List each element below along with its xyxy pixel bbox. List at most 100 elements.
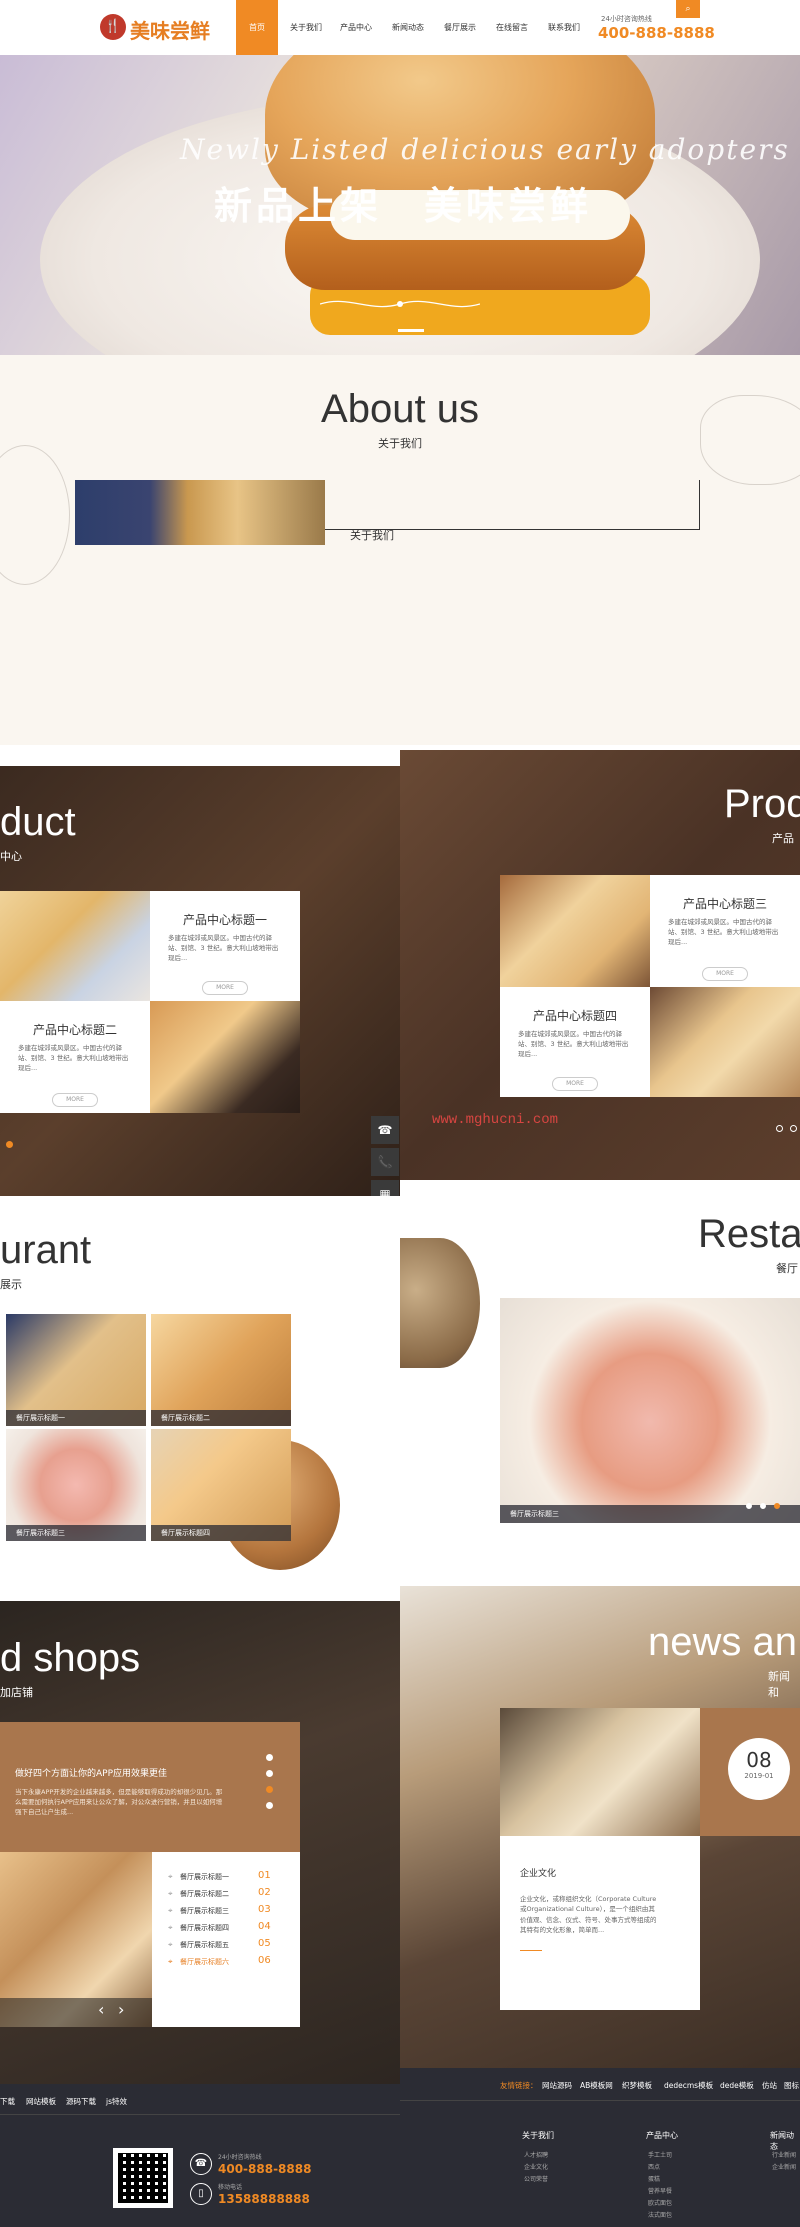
banner-pagination-dot[interactable]: [398, 329, 424, 332]
prev-arrow-icon[interactable]: ‹: [98, 2000, 104, 2019]
call-icon[interactable]: 📞: [371, 1148, 399, 1176]
carousel-dot[interactable]: [760, 1503, 766, 1509]
bread-loaf-image: [400, 1238, 480, 1368]
nav-home[interactable]: 首页: [236, 0, 278, 55]
restaurant-tile-2[interactable]: 餐厅展示标题二: [151, 1314, 291, 1426]
product-image-3[interactable]: [500, 875, 650, 987]
product-image-4[interactable]: [650, 987, 800, 1097]
product-card-1[interactable]: 产品中心标题一 多建在城郊或风景区。中国古代的驿站、别馆、3 世纪。意大利山坡地…: [150, 891, 300, 1001]
shop-num: 05: [258, 1938, 271, 1949]
news-image[interactable]: [500, 1708, 700, 1836]
carousel-dot[interactable]: [266, 1802, 273, 1809]
phone-icon[interactable]: ☎: [371, 1116, 399, 1144]
next-arrow-icon[interactable]: ›: [118, 2000, 124, 2019]
product-card-2[interactable]: 产品中心标题二 多建在城郊或风景区。中国古代的驿站、别馆、3 世纪。意大利山坡地…: [0, 1001, 150, 1113]
news-card-desc: 企业文化，或称组织文化（Corporate Culture或Organizati…: [520, 1895, 657, 1935]
more-button[interactable]: MORE: [702, 967, 748, 981]
hero-banner[interactable]: Newly Listed delicious early adopters 新品…: [0, 55, 800, 355]
more-button[interactable]: MORE: [552, 1077, 598, 1091]
shops-promo-panel: [0, 1722, 300, 1852]
carousel-dot[interactable]: [266, 1786, 273, 1793]
footer-col-title[interactable]: 产品中心: [646, 2130, 678, 2141]
footer-col-title[interactable]: 关于我们: [522, 2130, 554, 2141]
footer-link[interactable]: js特效: [106, 2096, 127, 2107]
shop-item-active[interactable]: 餐厅展示标题六: [180, 1957, 229, 1967]
nav-products[interactable]: 产品中心: [334, 0, 378, 55]
footer-link[interactable]: 网站源码: [542, 2080, 572, 2091]
shop-item[interactable]: 餐厅展示标题三: [180, 1906, 229, 1916]
footer-link[interactable]: AB模板网: [580, 2080, 613, 2091]
footer-col-item[interactable]: 手工土司: [648, 2150, 672, 2159]
shop-item[interactable]: 餐厅展示标题二: [180, 1889, 229, 1899]
carousel-dot[interactable]: [6, 1141, 13, 1148]
news-year-month: 2019-01: [744, 1772, 774, 1780]
product-image-2[interactable]: [150, 1001, 300, 1113]
hotline-number: 400-888-8888: [598, 24, 715, 42]
carousel-dot[interactable]: [266, 1754, 273, 1761]
product-card-3[interactable]: 产品中心标题三 多建在城郊或风景区。中国古代的驿站、别馆、3 世纪。意大利山坡地…: [650, 875, 800, 987]
footer-col-title[interactable]: 新闻动态: [770, 2130, 800, 2152]
hotline-label: 24小时咨询热线: [601, 15, 652, 23]
shop-item[interactable]: 餐厅展示标题一: [180, 1872, 229, 1882]
nav-restaurant[interactable]: 餐厅展示: [438, 0, 482, 55]
footer-col-item[interactable]: 法式面包: [648, 2210, 672, 2219]
nav-message[interactable]: 在线留言: [490, 0, 534, 55]
footer-col-item[interactable]: 欧式面包: [648, 2198, 672, 2207]
footer-col-item[interactable]: 营养早餐: [648, 2186, 672, 2195]
divider: [0, 2114, 400, 2115]
more-button[interactable]: MORE: [202, 981, 248, 995]
location-icon: ⌖: [168, 1940, 173, 1949]
footer-col-item[interactable]: 蛋糕: [648, 2174, 660, 2183]
more-button[interactable]: MORE: [52, 1093, 98, 1107]
footer-col-item[interactable]: 行业新闻: [772, 2150, 796, 2159]
shop-item[interactable]: 餐厅展示标题四: [180, 1923, 229, 1933]
tile-label: 餐厅展示标题三: [6, 1525, 146, 1541]
footer-col-item[interactable]: 公司荣誉: [524, 2174, 548, 2183]
footer-link[interactable]: 图标: [784, 2080, 799, 2091]
tile-label: 餐厅展示标题二: [151, 1410, 291, 1426]
friend-links-title: 友情链接：: [500, 2081, 538, 2090]
restaurant-feature-image[interactable]: 餐厅展示标题三: [500, 1298, 800, 1523]
news-card-title[interactable]: 企业文化: [520, 1866, 556, 1879]
product-image-1[interactable]: [0, 891, 150, 1001]
footer-link[interactable]: 织梦模板: [622, 2080, 652, 2091]
restaurant-tile-1[interactable]: 餐厅展示标题一: [6, 1314, 146, 1426]
nav-news[interactable]: 新闻动态: [386, 0, 430, 55]
nav-contact[interactable]: 联系我们: [542, 0, 586, 55]
restaurant-tile-3[interactable]: 餐厅展示标题三: [6, 1429, 146, 1541]
shop-item[interactable]: 餐厅展示标题五: [180, 1940, 229, 1950]
footer-col-item[interactable]: 企业新闻: [772, 2162, 796, 2171]
footer-link[interactable]: 网站模板: [26, 2096, 56, 2107]
carousel-dot[interactable]: [774, 1503, 780, 1509]
footer-link[interactable]: 源码下载: [66, 2096, 96, 2107]
product-card-4[interactable]: 产品中心标题四 多建在城郊或风景区。中国古代的驿站、别馆、3 世纪。意大利山坡地…: [500, 987, 650, 1097]
footer-col-item[interactable]: 人才招聘: [524, 2150, 548, 2159]
footer-col-item[interactable]: 西点: [648, 2162, 660, 2171]
footer-col-item[interactable]: 企业文化: [524, 2162, 548, 2171]
carousel-dot[interactable]: [746, 1503, 752, 1509]
nav-about[interactable]: 关于我们: [284, 0, 328, 55]
product-card-title: 产品中心标题二: [32, 1023, 117, 1037]
whisk-decoration: [0, 445, 70, 585]
restaurant-subtitle-right: 餐厅: [776, 1262, 798, 1275]
footer-link[interactable]: 仿站: [762, 2080, 777, 2091]
footer-link[interactable]: dede模板: [720, 2080, 754, 2091]
phone-icon: ☎: [190, 2153, 212, 2175]
restaurant-tile-4[interactable]: 餐厅展示标题四: [151, 1429, 291, 1541]
promo-title[interactable]: 做好四个方面让你的APP应用效果更佳: [15, 1766, 167, 1779]
logo[interactable]: 🍴 美味尝鲜: [100, 12, 215, 43]
carousel-dot[interactable]: [790, 1125, 797, 1132]
product-subtitle: 中心: [0, 850, 22, 863]
footer-link[interactable]: 下载: [0, 2096, 15, 2107]
about-link[interactable]: 关于我们: [350, 527, 394, 543]
carousel-dot[interactable]: [776, 1125, 783, 1132]
carousel-dot[interactable]: [266, 1770, 273, 1777]
mobile-label: 移动电话: [218, 2184, 243, 2191]
about-image: [75, 480, 325, 545]
divider-line: [520, 1950, 542, 1951]
search-icon[interactable]: ⌕: [676, 0, 700, 18]
footer-link[interactable]: dedecms模板: [664, 2080, 713, 2091]
shop-num: 02: [258, 1887, 271, 1898]
site-header: 🍴 美味尝鲜 首页 关于我们 产品中心 新闻动态 餐厅展示 在线留言 联系我们 …: [0, 0, 800, 55]
fork-knife-icon: 🍴: [100, 14, 126, 40]
